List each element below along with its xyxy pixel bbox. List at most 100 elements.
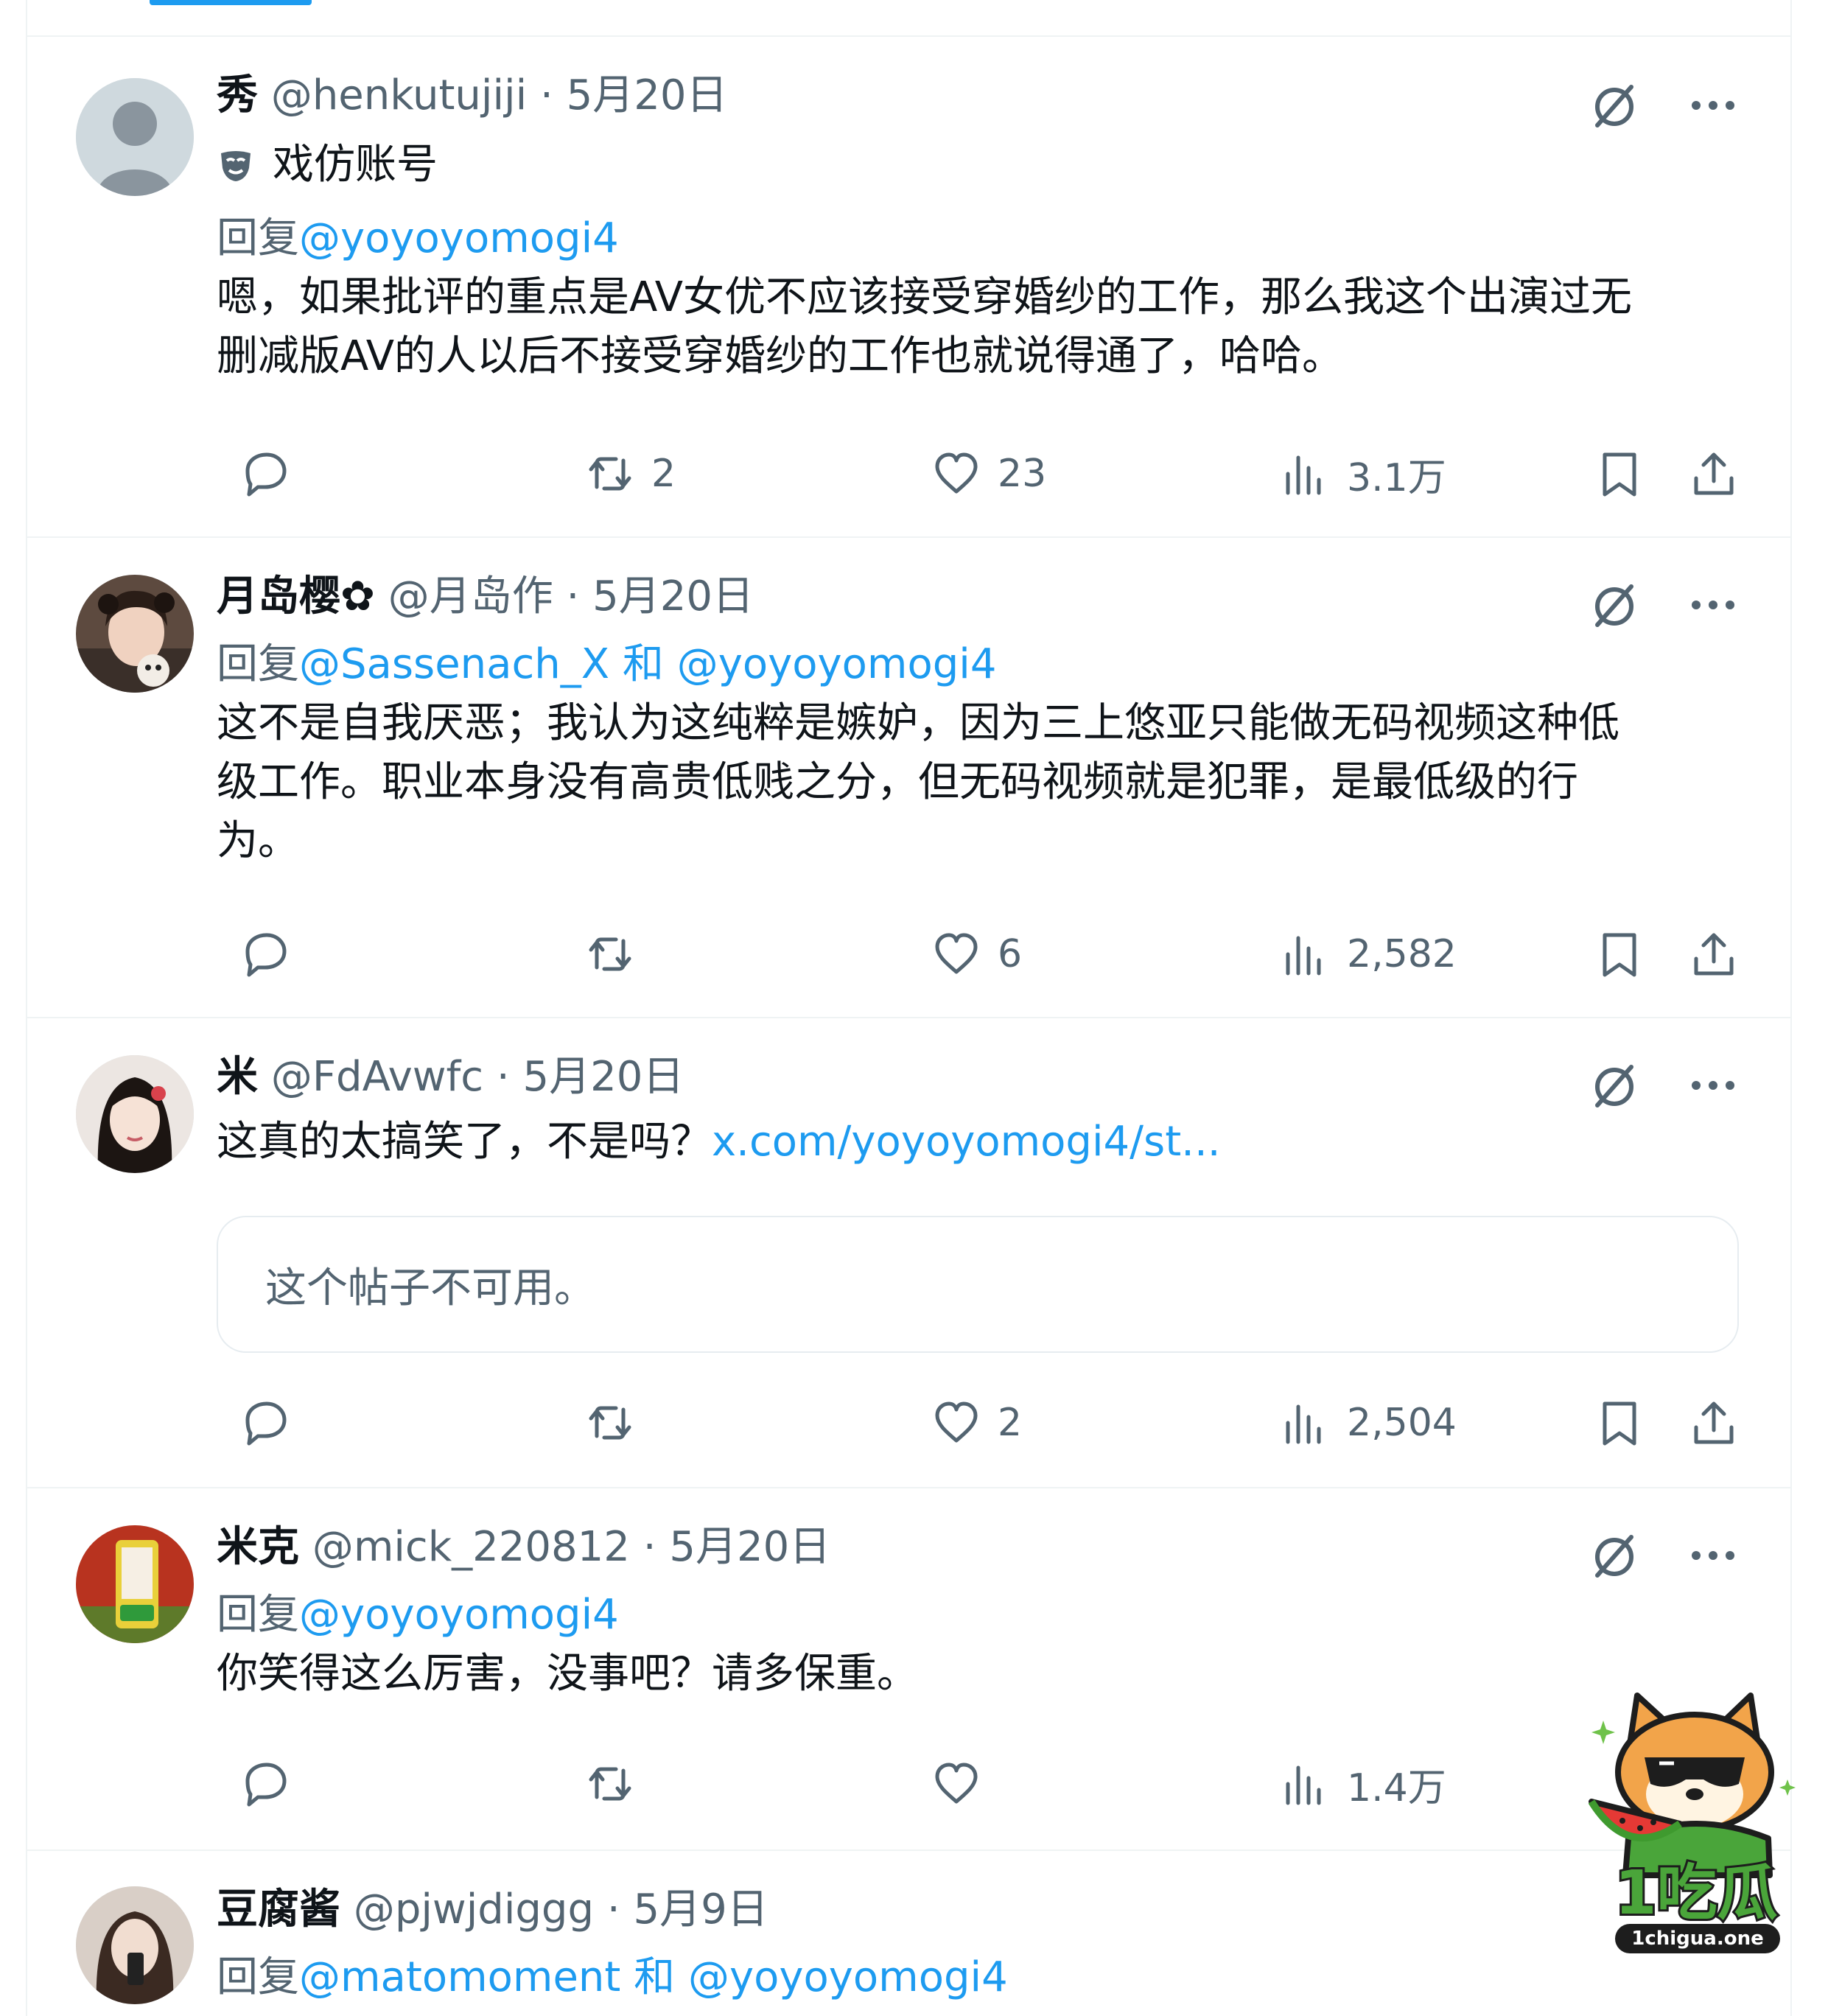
reply-prefix: 回复 (217, 1591, 299, 1639)
heart-icon (935, 452, 978, 494)
reply-context: 回复@yoyoyomogi4 (217, 1586, 1739, 1645)
parody-label: 戏仿账号 (217, 136, 1739, 195)
display-name[interactable]: 米克 (217, 1523, 299, 1571)
views-chart-icon (1286, 455, 1321, 495)
like-button[interactable]: 6 (931, 921, 1022, 987)
bookmark-icon (1603, 452, 1636, 497)
reply-prefix: 回复 (217, 1953, 299, 2001)
reply-button[interactable] (240, 441, 307, 507)
separator-dot: · (566, 573, 580, 620)
heart-icon (935, 1401, 978, 1443)
avatar[interactable] (76, 1886, 194, 2004)
timestamp[interactable]: 5月20日 (592, 573, 754, 620)
retweet-icon (589, 1767, 631, 1801)
tweet-actions: 2 2,504 (217, 1390, 1739, 1456)
retweet-button[interactable] (585, 1390, 651, 1456)
more-options-icon[interactable] (1687, 1530, 1739, 1581)
unavailable-quote-card[interactable]: 这个帖子不可用。 (217, 1216, 1739, 1353)
tweet-content: 米 @FdAvwfc · 5月20日 这真的太搞笑了，不是吗？x.com/yoy… (217, 1048, 1739, 1172)
share-button[interactable] (1689, 921, 1739, 987)
avatar[interactable] (76, 1055, 194, 1173)
more-options-icon[interactable] (1687, 80, 1739, 131)
like-button[interactable]: 2 (931, 1390, 1022, 1456)
views-button[interactable]: 2,582 (1281, 921, 1457, 987)
views-button[interactable]: 1.4万 (1281, 1751, 1446, 1817)
grok-icon[interactable] (1589, 579, 1640, 631)
tweet-text-line: 嗯，如果批评的重点是AV女优不应该接受穿婚纱的工作，那么我这个出演过无 (217, 273, 1633, 321)
reply-button[interactable] (240, 921, 307, 987)
tweet[interactable]: 月岛樱✿ @月岛作 · 5月20日 回复@Sassenach_X 和 @yoyo… (27, 538, 1790, 1018)
reply-prefix: 回复 (217, 214, 299, 262)
views-button[interactable]: 3.1万 (1281, 441, 1446, 507)
tweet-text-line: 这不是自我厌恶；我认为这纯粹是嫉妒，因为三上悠亚只能做无码视频这种低 (217, 699, 1619, 747)
grok-icon[interactable] (1589, 1530, 1640, 1581)
retweet-button[interactable]: 2 (585, 441, 676, 507)
reply-mention-link[interactable]: @matomoment 和 @yoyoyomogi4 (299, 1953, 1008, 2001)
tweet-text: 你笑得这么厉害，没事吧？请多保重。 (217, 1645, 1739, 1704)
separator-dot: · (606, 1886, 620, 1933)
tweet[interactable]: 米 @FdAvwfc · 5月20日 这真的太搞笑了，不是吗？x.com/yoy… (27, 1018, 1790, 1488)
tweet-text-line: 为。 (217, 817, 299, 865)
display-name[interactable]: 豆腐酱 (217, 1886, 340, 1933)
reply-button[interactable] (240, 1390, 307, 1456)
reply-mention-link[interactable]: @yoyoyomogi4 (299, 1591, 619, 1639)
user-photo-avatar (76, 1055, 194, 1173)
like-button[interactable] (931, 1751, 998, 1817)
user-photo-avatar (76, 575, 194, 693)
tweet-content: 豆腐酱 @pjwjdiggg · 5月9日 回复@matomoment 和 @y… (217, 1880, 1739, 2007)
avatar[interactable] (76, 78, 194, 196)
watermark-logo: 1吃瓜 1chigua.one (1577, 1676, 1816, 1956)
reply-context: 回复@matomoment 和 @yoyoyomogi4 (217, 1948, 1739, 2007)
retweet-button[interactable] (585, 1751, 651, 1817)
tweet-actions: 6 2,582 (217, 921, 1739, 987)
heart-icon (935, 933, 978, 974)
reply-icon (245, 1401, 287, 1446)
grok-icon[interactable] (1589, 1060, 1640, 1111)
views-button[interactable]: 2,504 (1281, 1390, 1457, 1456)
retweet-button[interactable] (585, 921, 651, 987)
tweet-text-line: 这真的太搞笑了，不是吗？ (217, 1118, 712, 1166)
separator-dot: · (539, 71, 553, 119)
tweet-content: 月岛樱✿ @月岛作 · 5月20日 回复@Sassenach_X 和 @yoyo… (217, 567, 1739, 871)
parody-label-text: 戏仿账号 (273, 141, 438, 189)
bookmark-button[interactable] (1594, 1390, 1645, 1456)
tweet-link[interactable]: x.com/yoyoyomogi4/st... (712, 1118, 1221, 1166)
display-name[interactable]: 米 (217, 1053, 258, 1101)
reply-mention-link[interactable]: @yoyoyomogi4 (299, 214, 619, 262)
tweet[interactable]: 米克 @mick_220812 · 5月20日 回复@yoyoyomogi4 你… (27, 1488, 1790, 1851)
tweet-text: 这真的太搞笑了，不是吗？x.com/yoyoyomogi4/st... (217, 1113, 1739, 1172)
handle[interactable]: @FdAvwfc (271, 1053, 483, 1101)
avatar[interactable] (76, 1525, 194, 1643)
tweet-header: 秀 @henkutujiji · 5月20日 (217, 66, 1739, 125)
like-button[interactable]: 23 (931, 441, 1046, 507)
tweet-top-actions (1589, 579, 1739, 631)
avatar[interactable] (76, 575, 194, 693)
timestamp[interactable]: 5月9日 (633, 1886, 768, 1933)
share-button[interactable] (1689, 441, 1739, 507)
grok-icon[interactable] (1589, 80, 1640, 131)
bookmark-button[interactable] (1594, 921, 1645, 987)
more-options-icon[interactable] (1687, 579, 1739, 631)
tweet-text-line: 级工作。职业本身没有高贵低贱之分，但无码视频就是犯罪，是最低级的行 (217, 758, 1578, 806)
handle[interactable]: @pjwjdiggg (354, 1886, 594, 1933)
retweet-icon (589, 1406, 631, 1440)
reply-mention-link[interactable]: @Sassenach_X 和 @yoyoyomogi4 (299, 640, 996, 688)
share-button[interactable] (1689, 1390, 1739, 1456)
tweet[interactable]: 秀 @henkutujiji · 5月20日 戏仿账号 回复@yoyoyomog… (27, 37, 1790, 538)
handle[interactable]: @月岛作 (388, 573, 553, 620)
timestamp[interactable]: 5月20日 (669, 1523, 830, 1571)
display-name[interactable]: 秀 (217, 71, 258, 119)
display-name[interactable]: 月岛樱✿ (217, 573, 375, 620)
user-photo-avatar (76, 1886, 194, 2004)
handle[interactable]: @henkutujiji (271, 71, 527, 119)
bookmark-button[interactable] (1594, 441, 1645, 507)
reply-button[interactable] (240, 1751, 307, 1817)
default-avatar-icon (76, 78, 194, 196)
share-icon (1694, 452, 1734, 495)
handle[interactable]: @mick_220812 (312, 1523, 630, 1571)
more-options-icon[interactable] (1687, 1060, 1739, 1111)
timestamp[interactable]: 5月20日 (522, 1053, 684, 1101)
tweet-header: 月岛樱✿ @月岛作 · 5月20日 (217, 567, 1739, 626)
timestamp[interactable]: 5月20日 (567, 71, 728, 119)
tweet[interactable]: 豆腐酱 @pjwjdiggg · 5月9日 回复@matomoment 和 @y… (27, 1851, 1790, 2016)
